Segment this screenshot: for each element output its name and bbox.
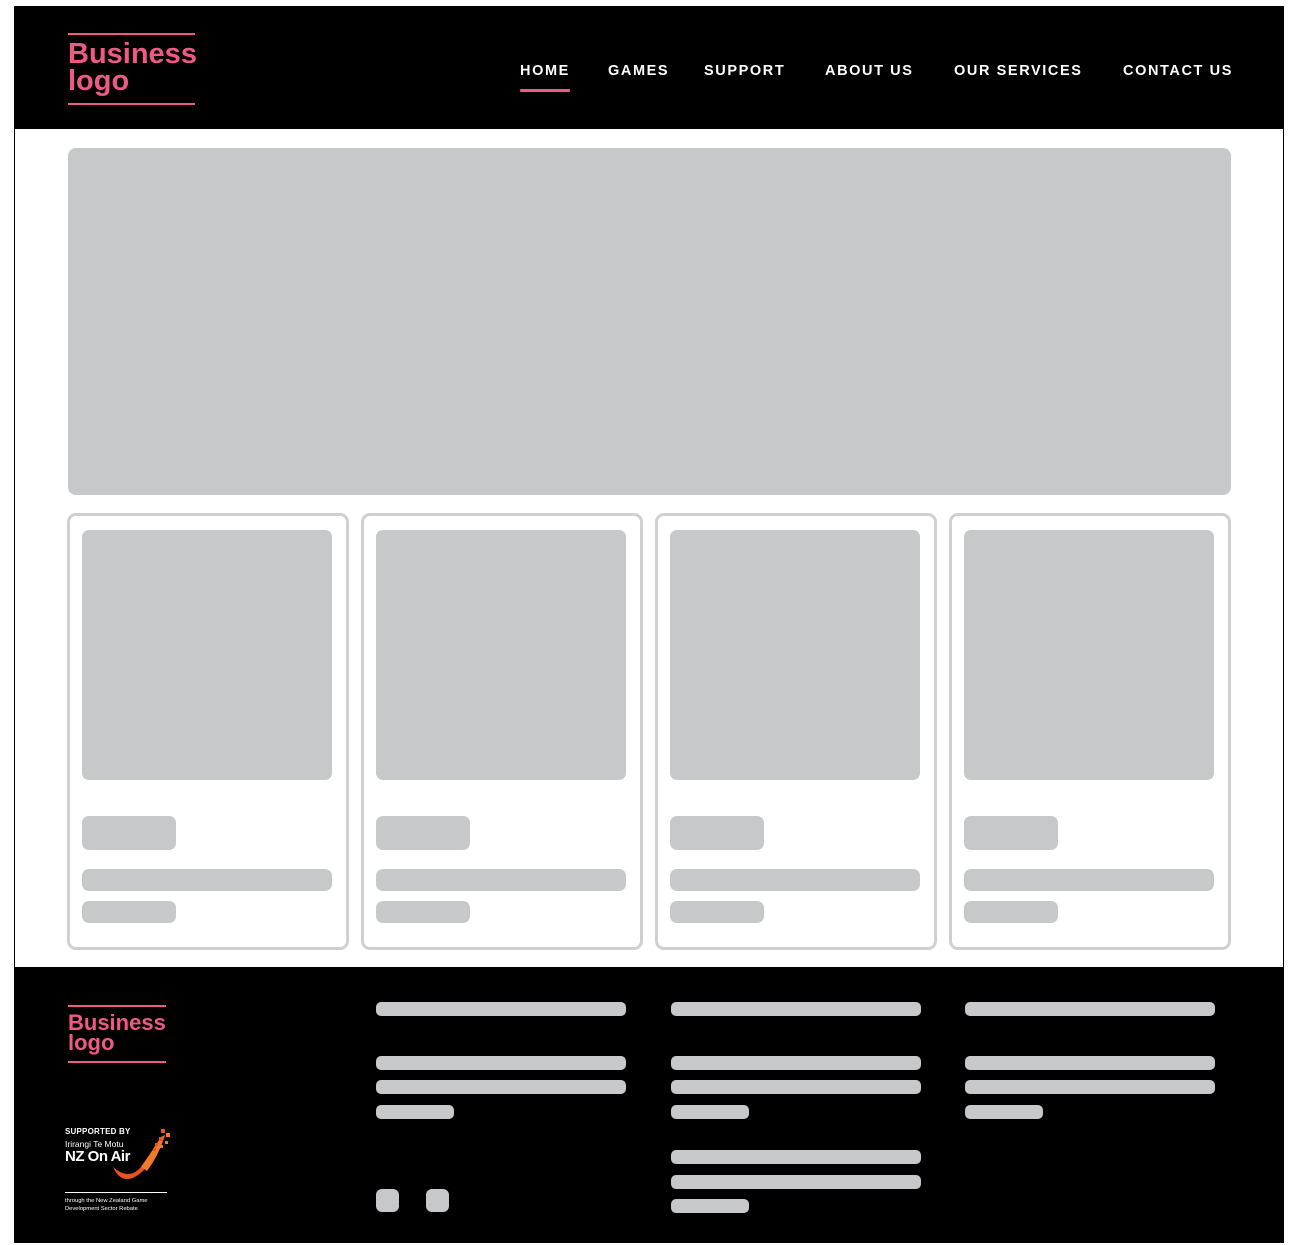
nav-games-label: GAMES xyxy=(608,63,670,79)
nav-about-us[interactable]: ABOUT US xyxy=(825,63,914,83)
card-tag-placeholder xyxy=(82,816,176,850)
footer-col2-link-placeholder[interactable] xyxy=(671,1056,921,1070)
card-subtitle-placeholder xyxy=(376,901,470,923)
footer-col1-heading-placeholder xyxy=(376,1002,626,1016)
nz-on-air-badge: SUPPORTED BY Irirangi Te Motu NZ On Air … xyxy=(65,1127,185,1219)
game-card[interactable] xyxy=(361,513,643,950)
nav-home-label: HOME xyxy=(520,63,570,79)
footer-col3-link-placeholder[interactable] xyxy=(965,1080,1215,1094)
logo-text: Business logo xyxy=(68,1012,166,1056)
nav-our-services[interactable]: OUR SERVICES xyxy=(954,63,1083,83)
footer-col1-link-placeholder[interactable] xyxy=(376,1056,626,1070)
logo-top-rule xyxy=(68,33,195,35)
card-tag-placeholder xyxy=(964,816,1058,850)
site-footer: Business logo SUPPORTED BY Irirangi Te M… xyxy=(15,967,1283,1242)
nav-active-indicator xyxy=(520,89,570,92)
card-subtitle-placeholder xyxy=(670,901,764,923)
nav-about-us-label: ABOUT US xyxy=(825,63,914,79)
footer-col2-link-placeholder[interactable] xyxy=(671,1175,921,1189)
badge-rebate-text: through the New Zealand Game Development… xyxy=(65,1198,148,1214)
social-icon[interactable] xyxy=(376,1189,399,1212)
footer-business-logo[interactable]: Business logo xyxy=(68,1005,166,1063)
card-title-placeholder xyxy=(376,869,626,891)
nav-games[interactable]: GAMES xyxy=(608,63,669,83)
footer-col3-link-placeholder[interactable] xyxy=(965,1105,1043,1119)
business-logo[interactable]: Business logo xyxy=(68,33,197,105)
card-tag-placeholder xyxy=(670,816,764,850)
logo-word-2: logo xyxy=(68,1030,115,1056)
badge-divider xyxy=(65,1192,167,1193)
footer-col2-link-placeholder[interactable] xyxy=(671,1105,749,1119)
site-header: Business logo HOME GAMES SUPPORT ABOUT U… xyxy=(15,7,1283,129)
nav-home[interactable]: HOME xyxy=(520,63,570,92)
nav-support[interactable]: SUPPORT xyxy=(704,63,785,83)
footer-col2-link-placeholder[interactable] xyxy=(671,1150,921,1164)
card-subtitle-placeholder xyxy=(964,901,1058,923)
card-image-placeholder xyxy=(964,530,1214,780)
card-title-placeholder xyxy=(670,869,920,891)
footer-col1-link-placeholder[interactable] xyxy=(376,1105,454,1119)
footer-col2-link-placeholder[interactable] xyxy=(671,1080,921,1094)
footer-col3-link-placeholder[interactable] xyxy=(965,1056,1215,1070)
nav-our-services-label: OUR SERVICES xyxy=(954,63,1083,79)
card-image-placeholder xyxy=(376,530,626,780)
footer-col1-link-placeholder[interactable] xyxy=(376,1080,626,1094)
game-card[interactable] xyxy=(67,513,349,950)
nav-contact-us[interactable]: CONTACT US xyxy=(1123,63,1233,83)
logo-text: Business logo xyxy=(68,40,197,97)
game-card[interactable] xyxy=(655,513,937,950)
logo-bottom-rule xyxy=(68,1061,166,1063)
badge-rebate-line-2: Development Sector Rebate xyxy=(65,1205,138,1212)
card-subtitle-placeholder xyxy=(82,901,176,923)
card-tag-placeholder xyxy=(376,816,470,850)
logo-word-2: logo xyxy=(68,64,130,97)
nz-on-air-swoosh-icon xyxy=(113,1129,170,1180)
badge-rebate-line-1: through the New Zealand Game xyxy=(65,1198,148,1204)
footer-col2-heading-placeholder xyxy=(671,1002,921,1016)
logo-top-rule xyxy=(68,1005,166,1007)
nav-support-label: SUPPORT xyxy=(704,63,786,79)
page-frame: Business logo HOME GAMES SUPPORT ABOUT U… xyxy=(14,6,1284,1243)
hero-image-placeholder xyxy=(68,148,1231,495)
game-card[interactable] xyxy=(949,513,1231,950)
card-image-placeholder xyxy=(82,530,332,780)
nav-contact-us-label: CONTACT US xyxy=(1123,63,1233,79)
footer-col2-link-placeholder[interactable] xyxy=(671,1199,749,1213)
footer-col3-heading-placeholder xyxy=(965,1002,1215,1016)
card-image-placeholder xyxy=(670,530,920,780)
social-icon[interactable] xyxy=(426,1189,449,1212)
logo-bottom-rule xyxy=(68,103,195,105)
card-title-placeholder xyxy=(82,869,332,891)
card-title-placeholder xyxy=(964,869,1214,891)
